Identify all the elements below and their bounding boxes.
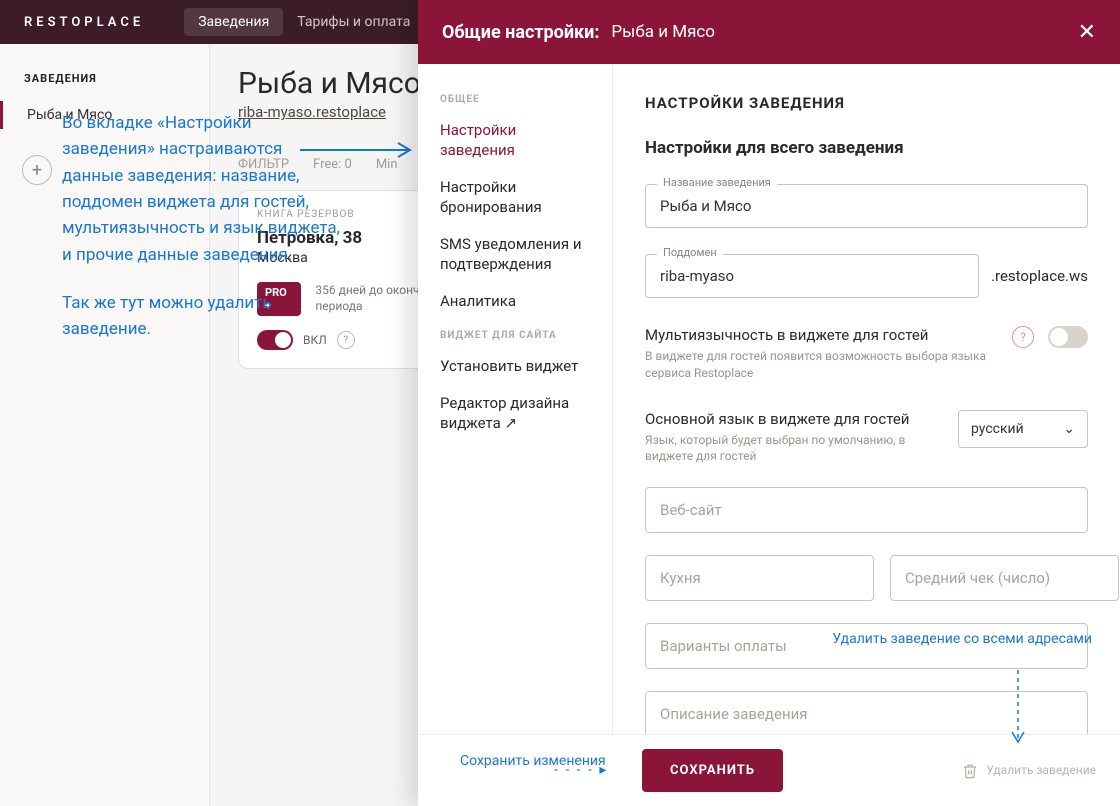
panel-title: Общие настройки:: [442, 22, 599, 43]
venue-name-input[interactable]: [645, 184, 1088, 228]
name-label: Название заведения: [657, 176, 777, 189]
multilang-toggle[interactable]: [1048, 326, 1088, 348]
delete-label: Удалить заведение: [986, 763, 1096, 777]
subdomain-input[interactable]: [645, 254, 979, 298]
language-value: русский: [971, 421, 1024, 437]
website-input[interactable]: [645, 487, 1088, 533]
nav-analytics[interactable]: Аналитика: [440, 292, 590, 312]
content-title: НАСТРОЙКИ ЗАВЕДЕНИЯ: [645, 94, 1088, 112]
delete-venue-button[interactable]: Удалить заведение: [962, 763, 1096, 779]
annotation-delete: Удалить заведение со всеми адресами: [832, 630, 1092, 649]
close-icon[interactable]: ✕: [1078, 20, 1096, 45]
topnav-tariffs[interactable]: Тарифы и оплата: [283, 8, 424, 36]
mainlang-title: Основной язык в виджете для гостей: [645, 410, 942, 428]
nav-booking-settings[interactable]: Настройки бронирования: [440, 178, 590, 217]
logo: RESTOPLACE: [24, 15, 144, 30]
avgcheck-input[interactable]: [890, 555, 1119, 601]
help-icon[interactable]: ?: [1012, 326, 1034, 348]
nav-section-general: ОБЩЕЕ: [440, 94, 590, 105]
nav-section-widget: ВИДЖЕТ ДЛЯ САЙТА: [440, 330, 590, 341]
multilang-desc: В виджете для гостей появится возможност…: [645, 348, 998, 382]
nav-widget-design[interactable]: Редактор дизайна виджета ↗: [440, 394, 590, 433]
content-subtitle: Настройки для всего заведения: [645, 138, 1088, 158]
annotation-arrow-icon: [300, 140, 420, 164]
subdomain-suffix: .restoplace.ws: [991, 267, 1088, 285]
save-button[interactable]: СОХРАНИТЬ: [642, 749, 783, 792]
chevron-down-icon: ⌄: [1063, 421, 1075, 437]
nav-venue-settings[interactable]: Настройки заведения: [440, 121, 590, 160]
nav-install-widget[interactable]: Установить виджет: [440, 357, 590, 377]
nav-sms-notifications[interactable]: SMS уведомления и подтверждения: [440, 235, 590, 274]
sidebar-title: ЗАВЕДЕНИЯ: [0, 72, 209, 101]
annotation-arrow-icon: - - - - ▸: [554, 762, 608, 778]
mainlang-desc: Язык, который будет выбран по умолчанию,…: [645, 432, 942, 466]
language-select[interactable]: русский ⌄: [958, 410, 1088, 448]
trash-icon: [962, 763, 978, 779]
annotation-arrow-icon: [1008, 670, 1028, 754]
add-venue-button[interactable]: +: [22, 155, 52, 185]
panel-subtitle: Рыба и Мясо: [611, 22, 715, 42]
multilang-title: Мультиязычность в виджете для гостей: [645, 326, 998, 344]
topnav-venues[interactable]: Заведения: [184, 8, 283, 36]
cuisine-input[interactable]: [645, 555, 874, 601]
subdomain-label: Поддомен: [657, 246, 723, 259]
